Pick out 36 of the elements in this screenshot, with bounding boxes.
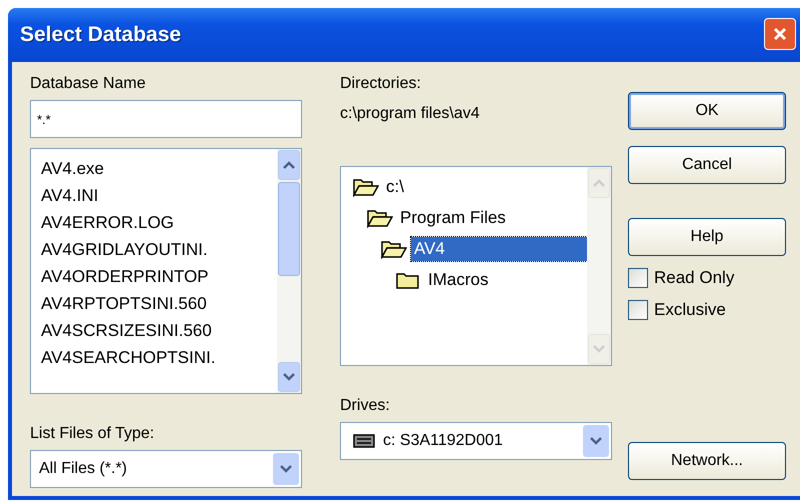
- dialog-button[interactable]: Help: [628, 218, 786, 256]
- checkbox[interactable]: [628, 268, 648, 288]
- current-path: c:\program files\av4: [340, 104, 481, 124]
- network-button[interactable]: Network...: [628, 442, 786, 480]
- dialog-button[interactable]: OK: [628, 92, 786, 130]
- file-item[interactable]: AV4ORDERPRINTOP: [41, 263, 277, 290]
- scrollbar[interactable]: [277, 149, 301, 393]
- file-item[interactable]: AV4RPTOPTSINI.560: [41, 290, 277, 317]
- directories-label: Directories:: [340, 74, 422, 94]
- dialog-button[interactable]: Cancel: [628, 146, 786, 184]
- scroll-thumb[interactable]: [278, 182, 300, 276]
- scroll-up-button[interactable]: [278, 150, 300, 180]
- database-name-field[interactable]: *.*: [30, 100, 302, 138]
- close-button[interactable]: [764, 18, 796, 50]
- checkbox-label: Exclusive: [654, 300, 726, 320]
- file-item[interactable]: AV4GRIDLAYOUTINI.: [41, 236, 277, 263]
- file-item[interactable]: AV4SCRSIZESINI.560: [41, 317, 277, 344]
- file-type-dropdown[interactable]: All Files (*.*): [30, 450, 302, 488]
- file-item[interactable]: AV4SEARCHOPTSINI.: [41, 344, 277, 371]
- drives-label: Drives:: [340, 396, 391, 416]
- file-item[interactable]: AV4.exe: [41, 155, 277, 182]
- drives-dropdown[interactable]: c: S3A1192D001: [340, 422, 612, 460]
- database-name-label: Database Name: [30, 74, 147, 94]
- file-item[interactable]: AV4.INI: [41, 182, 277, 209]
- directory-item[interactable]: IMacros: [425, 268, 492, 292]
- checkbox[interactable]: [628, 300, 648, 320]
- directory-item[interactable]: c:\: [383, 174, 407, 198]
- close-icon: [772, 26, 788, 42]
- checkbox-label: Read Only: [654, 268, 734, 288]
- directory-item[interactable]: Program Files: [397, 206, 509, 230]
- window-title: Select Database: [20, 23, 182, 47]
- directory-item[interactable]: AV4: [411, 236, 587, 260]
- scroll-down-button[interactable]: [278, 362, 300, 392]
- file-item[interactable]: AV4ERROR.LOG: [41, 209, 277, 236]
- drive-icon: [353, 434, 375, 448]
- file-type-label: List Files of Type:: [30, 424, 156, 444]
